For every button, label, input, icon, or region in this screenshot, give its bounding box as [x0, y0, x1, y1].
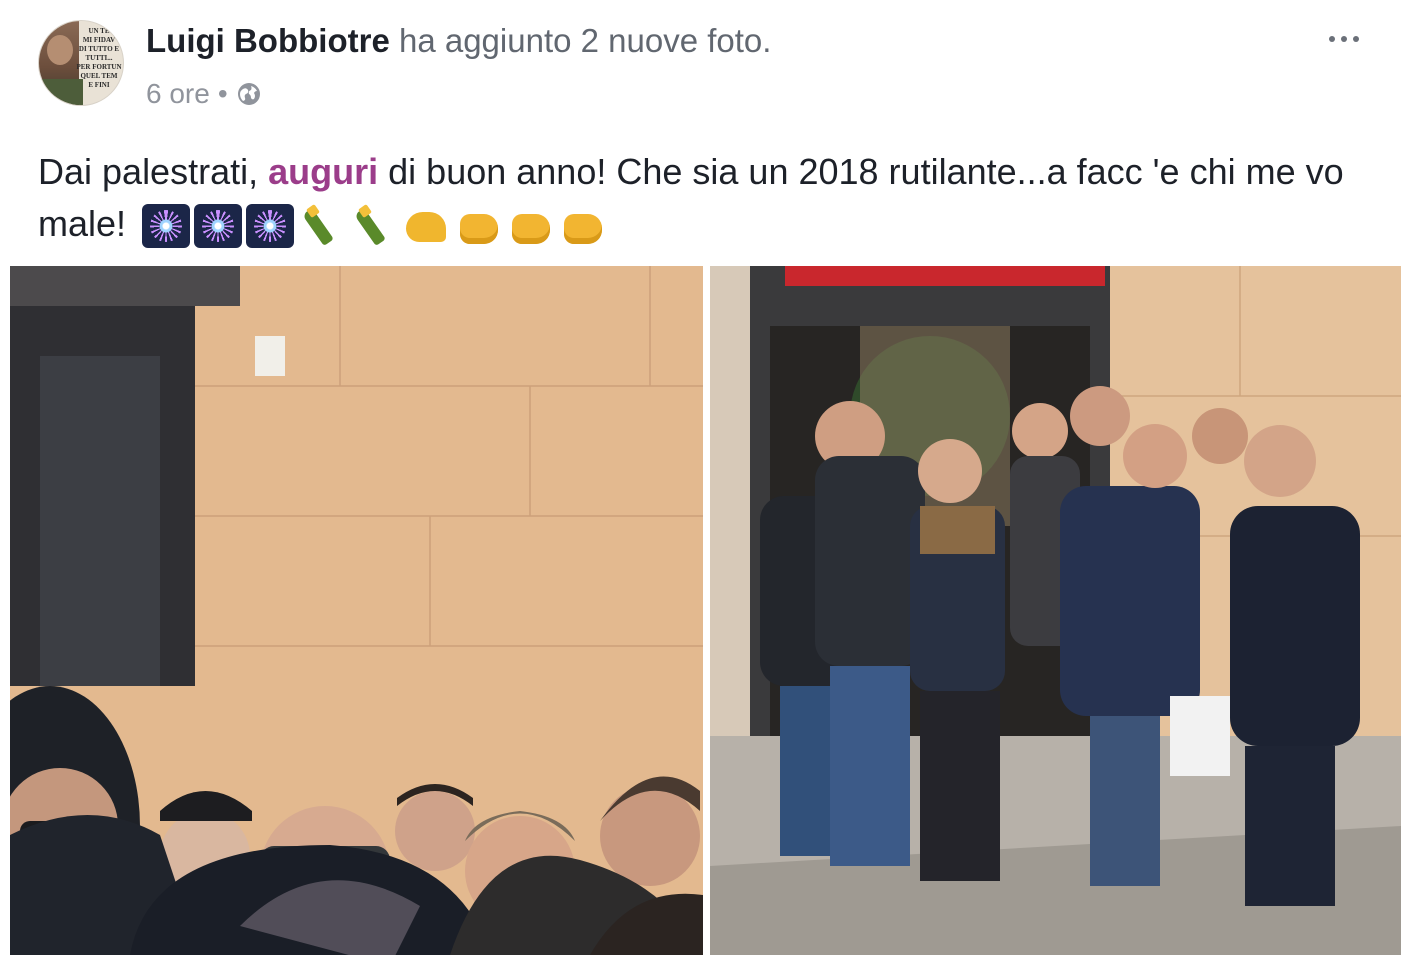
fireworks-emoji [194, 204, 243, 249]
emoji-row [142, 204, 606, 249]
message-text-before: Dai palestrati, [38, 151, 259, 192]
message-highlight[interactable]: auguri [268, 151, 378, 192]
post-message: Dai palestrati, auguri di buon anno! Che… [38, 146, 1378, 250]
facebook-post: UN TE MI FIDAV DI TUTTO E TUTTI... PER F… [0, 0, 1401, 955]
fist-emoji [506, 204, 554, 248]
avatar-text: UN TE MI FIDAV DI TUTTO E TUTTI... PER F… [76, 27, 122, 89]
more-options-icon[interactable] [1329, 22, 1359, 42]
champagne-emoji [298, 204, 346, 248]
fireworks-emoji [246, 204, 295, 249]
fist-emoji [454, 204, 502, 248]
post-header: Luigi Bobbiotre ha aggiunto 2 nuove foto… [146, 22, 771, 60]
author-name[interactable]: Luigi Bobbiotre [146, 22, 390, 59]
champagne-emoji [350, 204, 398, 248]
globe-icon[interactable] [236, 81, 262, 107]
post-action-text: ha aggiunto 2 nuove foto. [398, 22, 772, 59]
fist-emoji [558, 204, 606, 248]
group-street-photo[interactable] [710, 266, 1401, 955]
author-avatar[interactable]: UN TE MI FIDAV DI TUTTO E TUTTI... PER F… [38, 20, 124, 106]
fireworks-emoji [142, 204, 191, 249]
post-timestamp[interactable]: 6 ore [146, 78, 210, 110]
flexed-biceps-emoji [402, 204, 450, 248]
group-selfie-photo[interactable] [10, 266, 703, 955]
post-meta: 6 ore • [146, 78, 262, 110]
meta-separator: • [217, 78, 228, 109]
